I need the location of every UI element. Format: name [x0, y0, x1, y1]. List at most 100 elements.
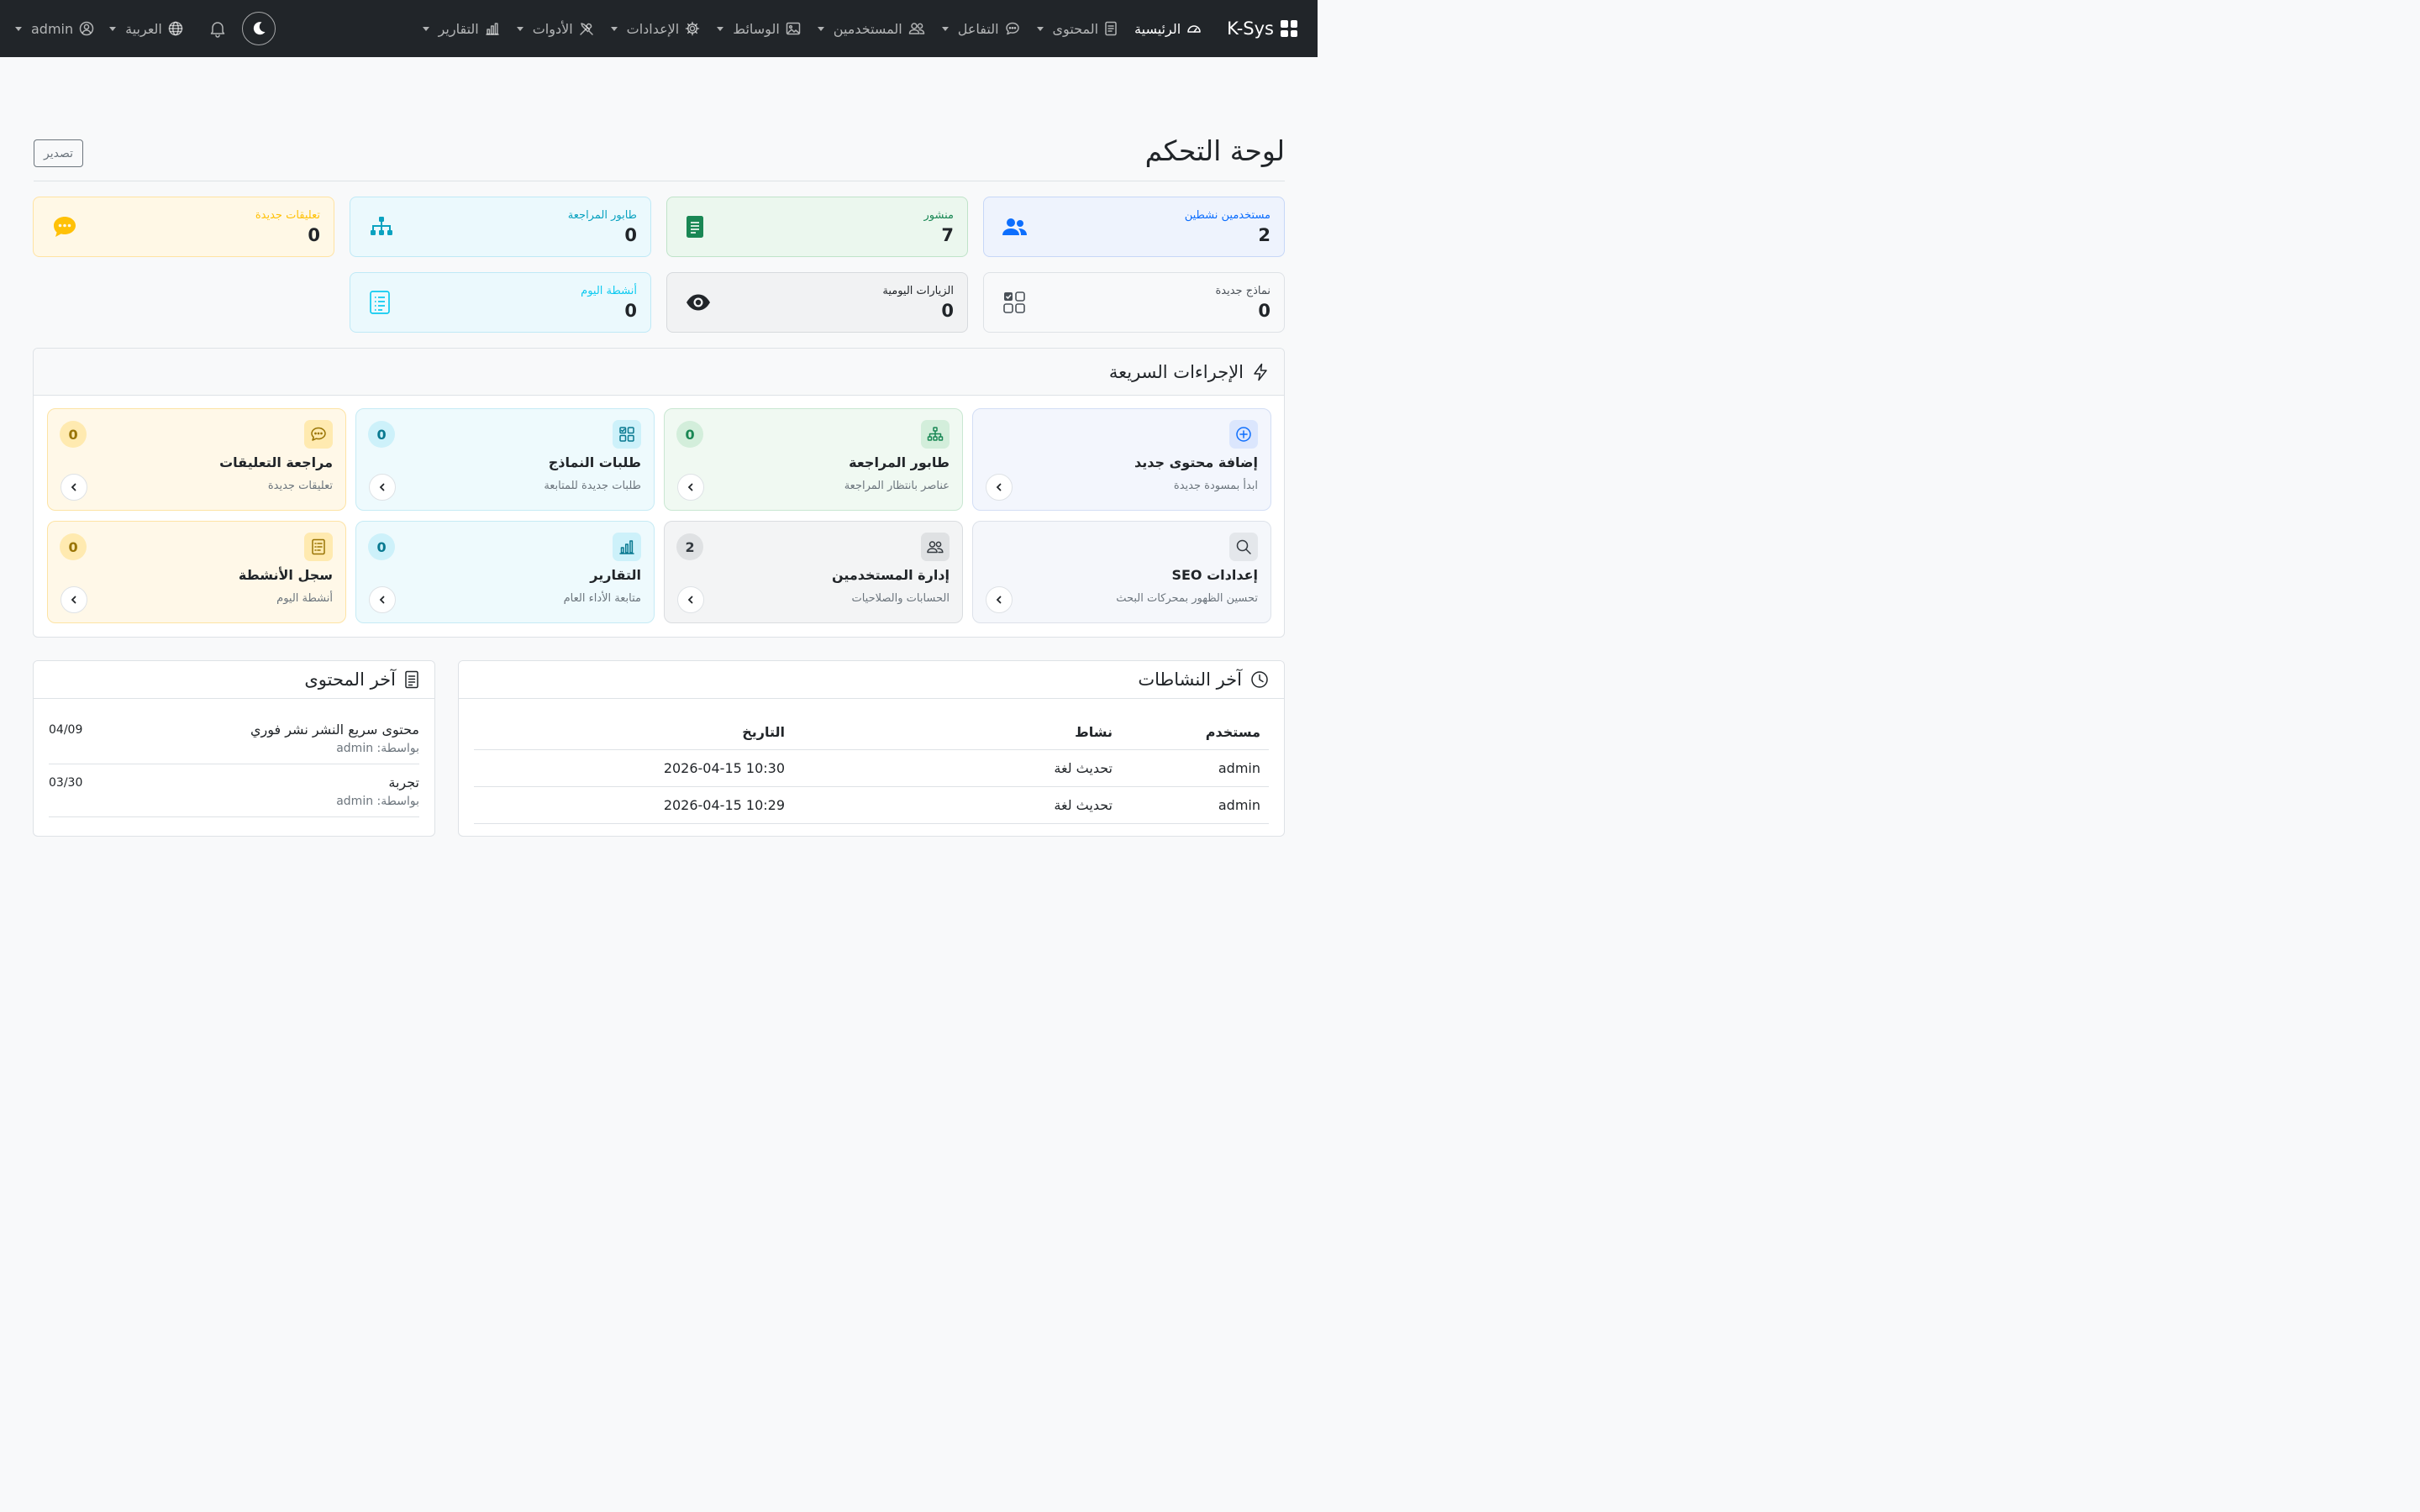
speedometer-icon [1187, 25, 1201, 33]
qa-subtitle: الحسابات والصلاحيات [851, 592, 950, 605]
chevron-left-icon [379, 483, 385, 491]
stat-card-review-queue[interactable]: طابور المراجعة 0 [350, 197, 651, 257]
nav-item-label: المستخدمين [833, 20, 902, 37]
activities-header: آخر النشاطات [459, 661, 1284, 699]
nav-item-reports[interactable]: التقارير [422, 21, 500, 37]
document-icon [1105, 21, 1117, 36]
theme-toggle-button[interactable] [241, 12, 276, 45]
qa-subtitle: ابدأ بمسودة جديدة [1173, 480, 1258, 492]
caret-down-icon [15, 26, 22, 31]
caret-down-icon [109, 26, 117, 31]
content-info: محتوى سريع النشر نشر فوري بواسطة: admin [250, 722, 419, 755]
quick-action-form-requests[interactable]: 0 طلبات النماذج طلبات جديدة للمتابعة [355, 408, 655, 511]
export-button[interactable]: تصدير [34, 139, 83, 167]
notifications-button[interactable] [208, 19, 227, 38]
nav-item-label: الوسائط [733, 20, 780, 37]
qa-title: سجل الأنشطة [238, 567, 333, 583]
brand-name: K-Sys [1227, 18, 1274, 39]
lightning-icon [1254, 363, 1267, 381]
column-header: مستخدم [1113, 716, 1269, 750]
qa-title: التقارير [590, 567, 641, 583]
nav-item-tools[interactable]: الأدوات [516, 21, 594, 37]
chevron-left-icon [687, 483, 693, 491]
qa-go-button[interactable] [60, 586, 87, 613]
nav-item-settings[interactable]: الإعدادات [610, 21, 701, 37]
eye-icon [687, 294, 710, 311]
latest-content-panel: آخر المحتوى محتوى سريع النشر نشر فوري بو… [33, 660, 435, 837]
stat-label: أنشطة اليوم [581, 284, 637, 297]
activities-table: مستخدم نشاط التاريخ admin تحديث لغة 10:3… [474, 716, 1269, 824]
nav-item-home[interactable]: الرئيسية [1134, 21, 1202, 37]
cell-date: 10:29 2026-04-15 [474, 786, 785, 824]
chevron-left-icon [71, 483, 76, 491]
qa-icon-box [921, 533, 950, 561]
quick-action-reports[interactable]: 0 التقارير متابعة الأداء العام [355, 521, 655, 623]
caret-down-icon [1036, 26, 1044, 31]
qa-go-button[interactable] [677, 474, 704, 501]
stat-card-today-activities[interactable]: أنشطة اليوم 0 [350, 272, 651, 333]
quick-action-seo-settings[interactable]: إعدادات SEO تحسين الظهور بمحركات البحث [972, 521, 1271, 623]
document-icon [405, 670, 418, 689]
caret-down-icon [610, 26, 618, 31]
grid-icon [1003, 291, 1025, 313]
chat-icon [1005, 22, 1019, 35]
quick-action-review-comments[interactable]: 0 مراجعة التعليقات تعليقات جديدة [47, 408, 346, 511]
image-icon [786, 22, 801, 35]
nav-item-media[interactable]: الوسائط [717, 21, 801, 37]
tools-icon [579, 23, 593, 35]
people-icon [927, 541, 944, 554]
qa-go-button[interactable] [60, 474, 87, 501]
nav-item-label: المحتوى [1052, 20, 1099, 37]
top-navbar: K-Sys الرئيسية المحتوى التفاعل المستخدمي… [0, 0, 1318, 57]
qa-icon-box [304, 533, 333, 561]
nav-item-engagement[interactable]: التفاعل [941, 21, 1020, 37]
content-list-item[interactable]: تجربة بواسطة: admin 03/30 [49, 764, 419, 817]
stat-card-daily-visits[interactable]: الزيارات اليومية 0 [666, 272, 968, 333]
caret-down-icon [941, 26, 949, 31]
stat-card-new-comments[interactable]: تعليقات جديدة 0 [33, 197, 334, 257]
content-list-item[interactable]: محتوى سريع النشر نشر فوري بواسطة: admin … [49, 711, 419, 764]
quick-action-activity-log[interactable]: 0 سجل الأنشطة أنشطة اليوم [47, 521, 346, 623]
qa-icon-box [1229, 533, 1258, 561]
grid-check-icon [619, 427, 634, 442]
qa-subtitle: عناصر بانتظار المراجعة [844, 480, 950, 492]
page-title: لوحة التحكم [1144, 134, 1285, 167]
nav-item-label: الرئيسية [1134, 20, 1181, 37]
stat-text: الزيارات اليومية 0 [882, 285, 954, 321]
brand-logo[interactable]: K-Sys [1227, 18, 1297, 39]
stat-card-active-users[interactable]: مستخدمين نشطين 2 [983, 197, 1285, 257]
stat-text: طابور المراجعة 0 [568, 209, 637, 245]
language-dropdown[interactable]: العربية [109, 21, 183, 37]
latest-activities-panel: آخر النشاطات مستخدم نشاط التاريخ admin ت… [458, 660, 1285, 837]
navbar-right: العربية admin [15, 12, 276, 45]
chevron-left-icon [379, 596, 385, 604]
quick-actions-title: الإجراءات السريعة [1108, 361, 1244, 382]
table-row: admin تحديث لغة 10:29 2026-04-15 [474, 786, 1269, 824]
cell-user: admin [1113, 749, 1269, 787]
qa-go-button[interactable] [369, 474, 396, 501]
chevron-left-icon [71, 596, 76, 604]
quick-action-review-queue[interactable]: 0 طابور المراجعة عناصر بانتظار المراجعة [664, 408, 963, 511]
stat-card-new-forms[interactable]: نماذج جديدة 0 [983, 272, 1285, 333]
nav-item-users[interactable]: المستخدمين [817, 20, 925, 37]
stat-text: نماذج جديدة 0 [1215, 285, 1270, 321]
stat-label: طابور المراجعة [567, 208, 637, 222]
nav-item-content[interactable]: المحتوى [1036, 20, 1118, 37]
qa-go-button[interactable] [986, 474, 1013, 501]
cell-date: 10:30 2026-04-15 [474, 749, 785, 787]
qa-go-button[interactable] [986, 586, 1013, 613]
qa-icon-box [613, 533, 641, 561]
user-dropdown[interactable]: admin [15, 21, 94, 37]
document-icon [687, 216, 703, 238]
cell-activity: تحديث لغة [785, 786, 1113, 824]
quick-action-add-content[interactable]: إضافة محتوى جديد ابدأ بمسودة جديدة [972, 408, 1271, 511]
username-label: admin [31, 20, 74, 37]
stat-value: 2 [1258, 224, 1270, 245]
quick-actions-panel: الإجراءات السريعة إضافة محتوى جديد ابدأ … [33, 348, 1285, 638]
caret-down-icon [717, 26, 724, 31]
qa-go-button[interactable] [677, 586, 704, 613]
stat-card-published[interactable]: منشور 7 [666, 197, 968, 257]
qa-go-button[interactable] [369, 586, 396, 613]
quick-action-manage-users[interactable]: 2 إدارة المستخدمين الحسابات والصلاحيات [664, 521, 963, 623]
stat-label: نماذج جديدة [1215, 284, 1270, 297]
